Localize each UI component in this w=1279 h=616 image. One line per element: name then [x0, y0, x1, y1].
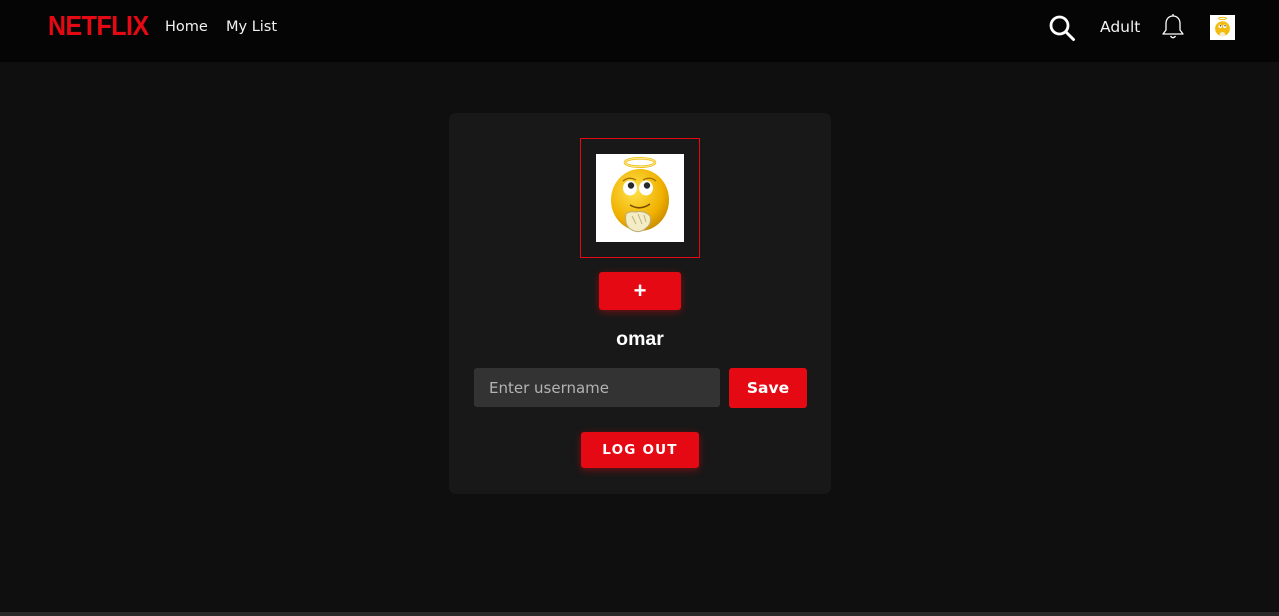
bell-icon[interactable] [1160, 13, 1186, 41]
username-input[interactable] [474, 368, 720, 407]
search-icon[interactable] [1048, 14, 1076, 42]
profile-avatar[interactable] [1210, 15, 1235, 40]
logout-button[interactable]: LOG OUT [581, 432, 699, 468]
halo-emoji-avatar-icon[interactable] [596, 154, 684, 242]
netflix-logo[interactable]: NETFLIX [48, 11, 149, 43]
profile-mode-label[interactable]: Adult [1100, 18, 1140, 36]
page-bottom-border [0, 612, 1279, 616]
nav-link-my-list[interactable]: My List [226, 19, 277, 35]
nav-link-home[interactable]: Home [165, 19, 208, 35]
profile-card: + omar Save LOG OUT [449, 113, 831, 494]
avatar-frame [580, 138, 700, 258]
save-button[interactable]: Save [729, 368, 807, 408]
top-navbar: NETFLIX Home My List Adult [0, 0, 1279, 62]
add-avatar-button[interactable]: + [599, 272, 681, 310]
profile-username: omar [616, 328, 664, 350]
